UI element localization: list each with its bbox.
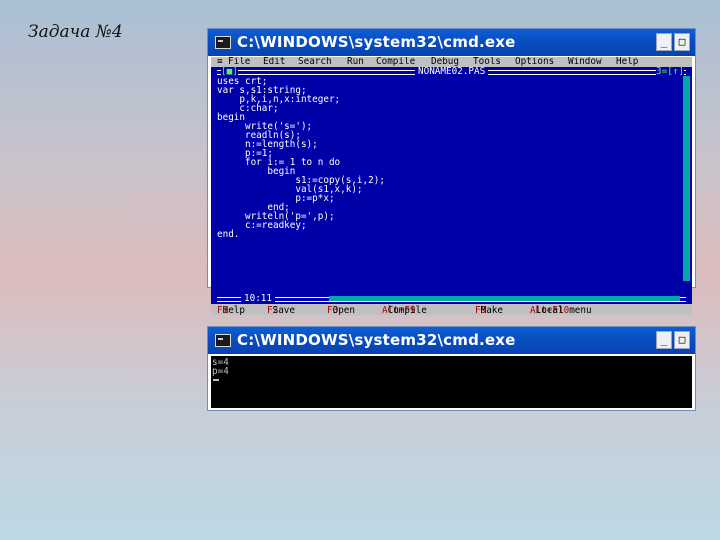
ide-window-title: C:\WINDOWS\system32\cmd.exe [237,33,516,51]
status-key-alt-f10[interactable]: Alt+F10 Local menu [530,305,592,315]
console-window-title: C:\WINDOWS\system32\cmd.exe [237,331,516,349]
console-title-bar[interactable]: C:\WINDOWS\system32\cmd.exe _ □ [208,327,695,354]
menu-item-search[interactable]: Search [298,57,332,66]
minimize-button[interactable]: _ [656,33,672,51]
ide-title-bar[interactable]: C:\WINDOWS\system32\cmd.exe _ □ [208,29,695,56]
console-output[interactable]: s=4 p=4 [211,356,692,408]
editor-vertical-scrollbar[interactable] [683,76,690,281]
console-app-icon[interactable] [215,36,231,49]
console-line: p=4 [212,366,229,377]
minimize-button[interactable]: _ [656,331,672,349]
menu-item-file[interactable]: File [228,57,250,66]
cursor-position: 10:11 [241,294,275,303]
maximize-button[interactable]: □ [674,33,690,51]
console-app-icon[interactable] [215,334,231,347]
slide-title: Задача №4 [28,22,123,42]
menu-item-edit[interactable]: Edit [263,57,285,66]
status-key-f1[interactable]: F1 Help [217,305,245,315]
ide-status-bar: F1 Help F2 Save F3 Open Alt+F9 Compile F… [211,304,692,315]
menu-item-system[interactable]: ≡ [217,57,223,66]
menu-item-window[interactable]: Window [568,57,602,66]
maximize-button[interactable]: □ [674,331,690,349]
ide-window: C:\WINDOWS\system32\cmd.exe _ □ ≡ File E… [207,28,696,315]
menu-item-debug[interactable]: Debug [431,57,459,66]
menu-item-compile[interactable]: Compile [376,57,415,66]
menu-item-options[interactable]: Options [515,57,554,66]
turbo-pascal-screen: ≡ File Edit Search Run Compile Debug Too… [211,57,692,315]
menu-item-run[interactable]: Run [347,57,364,66]
status-key-f2[interactable]: F2 Save [267,305,295,315]
status-key-alt-f9[interactable]: Alt+F9 Compile [382,305,427,315]
editor-window-info[interactable]: 3=[↑] [656,67,684,76]
editor-close-box[interactable]: [■] [221,67,238,76]
editor-file-name: NONAME02.PAS [415,67,489,76]
console-window: C:\WINDOWS\system32\cmd.exe _ □ s=4 p=4 [207,326,696,411]
menu-item-help[interactable]: Help [616,57,638,66]
editor-frame-top: [■] NONAME02.PAS 3=[↑] [211,67,692,76]
text-cursor [213,379,219,381]
status-key-f9[interactable]: F9 Make [475,305,503,315]
editor-horizontal-scrollbar[interactable] [329,296,680,301]
status-key-f3[interactable]: F3 Open [327,305,355,315]
editor-frame-bottom: 10:11 [211,294,692,303]
menu-item-tools[interactable]: Tools [473,57,501,66]
code-line: end. [217,229,240,240]
